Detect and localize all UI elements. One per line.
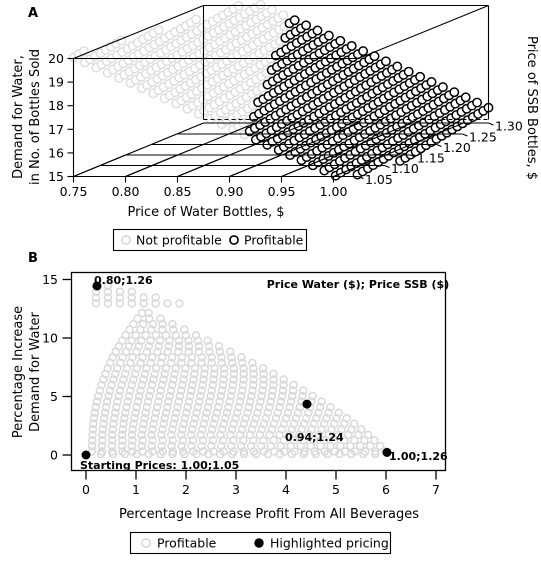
panel-b-xtick-2: 2 xyxy=(182,482,190,497)
panel-b-starting-prices: Starting Prices: 1.00;1.05 xyxy=(80,459,239,472)
panel-a-xtick-1: 0.80 xyxy=(112,184,140,199)
panel-a-xtick-4: 0.95 xyxy=(268,184,296,199)
panel-b-ytick-10: 10 xyxy=(42,331,58,346)
panel-a-legend-label-0: Not profitable xyxy=(136,233,222,248)
panel-a-legend-label-1: Profitable xyxy=(244,233,304,248)
panel-b-xtick-1: 1 xyxy=(132,482,140,497)
panel-a-ztick-125: 1.25 xyxy=(469,130,497,145)
panel-b-ytick-15: 15 xyxy=(42,272,58,287)
panel-b-annotation-1: 0.94;1.24 xyxy=(285,431,344,444)
panel-b-ylabel-line2: Demand for Water xyxy=(28,311,43,431)
panel-b-letter: B xyxy=(28,251,38,266)
panel-a-ytick-17: 17 xyxy=(48,122,64,137)
panel-a-xtick-0: 0.75 xyxy=(60,184,88,199)
panel-a-xtick-3: 0.90 xyxy=(216,184,244,199)
panel-b-legend-label-0: Profitable xyxy=(157,536,217,551)
panel-b-ylabel-line1: Percentage Increase xyxy=(11,306,26,438)
panel-b-ytick-5: 5 xyxy=(50,389,58,404)
panel-a-ytick-18: 18 xyxy=(48,98,64,113)
panel-b-xtick-5: 5 xyxy=(332,482,340,497)
panel-b-xtick-0: 0 xyxy=(82,482,90,497)
panel-b-legend-label-1: Highlighted pricing xyxy=(270,536,389,551)
panel-a-ztick-130: 1.30 xyxy=(495,119,523,134)
panel-a-ztick-115: 1.15 xyxy=(417,151,445,166)
panel-a-ztick-120: 1.20 xyxy=(443,140,471,155)
panel-a-ytick-16: 16 xyxy=(48,145,64,160)
panel-a-ytick-20: 20 xyxy=(48,51,64,66)
figure-svg: A 20 19 18 17 16 15 0.75 0.80 0.85 0.90 … xyxy=(0,0,541,561)
panel-a-ytick-19: 19 xyxy=(48,75,64,90)
panel-b-xlabel: Percentage Increase Profit From All Beve… xyxy=(119,507,419,522)
legend-highlighted-pricing-icon xyxy=(254,538,264,548)
panel-a-xtick-2: 0.85 xyxy=(164,184,192,199)
panel-b-annotation-2: 1.00;1.26 xyxy=(389,450,448,463)
panel-a-ztick-110: 1.10 xyxy=(391,161,419,176)
panel-b-header-note: Price Water ($); Price SSB ($) xyxy=(267,278,449,291)
panel-b-xtick-4: 4 xyxy=(282,482,290,497)
panel-a-letter: A xyxy=(28,6,38,21)
panel-b-xtick-6: 6 xyxy=(382,482,390,497)
panel-a-zlabel: Price of SSB Bottles, $ xyxy=(524,36,539,180)
panel-a-ylabel-line1: Demand for Water, xyxy=(11,55,26,179)
panel-b-ytick-0: 0 xyxy=(50,448,58,463)
panel-a-ylabel-line2: in No. of Bottles Sold xyxy=(28,49,43,185)
panel-a-ytick-15: 15 xyxy=(48,169,64,184)
panel-a-xtick-5: 1.00 xyxy=(320,184,348,199)
panel-b-xtick-7: 7 xyxy=(432,482,440,497)
panel-b-xtick-3: 3 xyxy=(232,482,240,497)
panel-a-xlabel: Price of Water Bottles, $ xyxy=(127,205,284,220)
figure-container: A 20 19 18 17 16 15 0.75 0.80 0.85 0.90 … xyxy=(0,0,541,561)
panel-b-annotation-0: 0.80;1.26 xyxy=(94,274,153,287)
panel-a-ztick-105: 1.05 xyxy=(365,172,393,187)
panel-b-highlight-point-1 xyxy=(302,399,312,409)
panel-b-highlight-point-3 xyxy=(81,450,91,460)
